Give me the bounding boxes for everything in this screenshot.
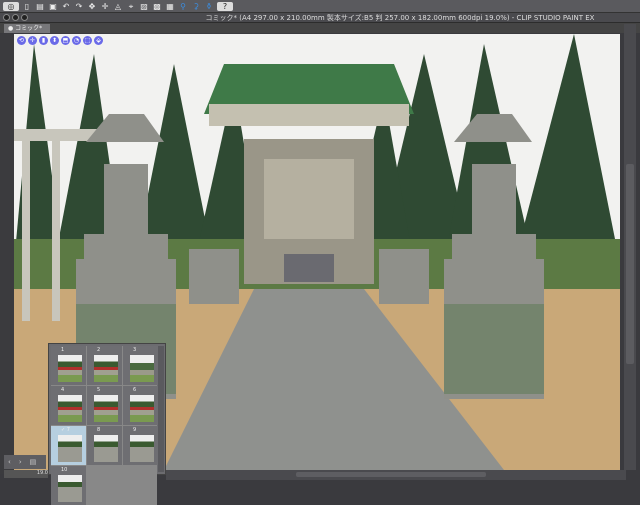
clip-studio-logo[interactable]: ◎ [3, 1, 19, 11]
page-preview-image [58, 355, 82, 382]
transform-icon[interactable]: ✥ [87, 2, 97, 11]
page-number: 8 [97, 427, 101, 433]
tool-icon[interactable]: ⚱ [204, 2, 214, 11]
object-launcher-icon[interactable]: ⬚ [83, 36, 92, 45]
page-number: 3 [133, 347, 137, 353]
page-thumbnail[interactable]: 9 [123, 426, 158, 465]
page-thumbnail[interactable]: 4 [51, 386, 86, 425]
object-launcher: ⟲ ✛ ▮ ⬍ ⬒ ◔ ⬚ ⬙ [17, 36, 103, 45]
page-thumbnail[interactable]: ✓ 7 [51, 426, 86, 465]
tab-label: コミック* [15, 25, 43, 32]
help-icon[interactable]: ⚲ [178, 2, 188, 11]
snap-grid-icon[interactable]: ▩ [152, 2, 162, 11]
move-icon[interactable]: ✛ [100, 2, 110, 11]
page-number: 5 [97, 387, 101, 393]
page-thumbnail[interactable]: 5 [87, 386, 122, 425]
undo-icon[interactable]: ↶ [61, 2, 71, 11]
new-icon[interactable]: ▯ [22, 2, 32, 11]
page-preview-image [94, 435, 118, 462]
page-number: ✓ 7 [61, 427, 70, 433]
next-page-button[interactable]: › [19, 458, 22, 466]
page-thumbnail[interactable]: 10 [51, 466, 86, 505]
page-number: 6 [133, 387, 137, 393]
page-preview-image [130, 395, 154, 422]
page-number: 9 [133, 427, 137, 433]
title-bar: コミック* (A4 297.00 x 210.00mm 製本サイズ:B5 判 2… [0, 13, 640, 23]
object-launcher-icon[interactable]: ⬒ [61, 36, 70, 45]
command-bar: ◎ ▯ ▤ ▣ ↶ ↷ ✥ ✛ ◬ ⌖ ▨ ▩ ▦ ⚲ ⚳ ⚱? [0, 0, 640, 13]
object-launcher-icon[interactable]: ⟲ [17, 36, 26, 45]
page-manager-panel: 1 2 3 4 5 6 ✓ 7 8 9 10 [48, 343, 166, 505]
redo-icon[interactable]: ↷ [74, 2, 84, 11]
open-icon[interactable]: ▤ [35, 2, 45, 11]
navigator-controls: ‹ › ▤ [4, 455, 46, 469]
object-launcher-icon[interactable]: ⬙ [94, 36, 103, 45]
object-launcher-icon[interactable]: ▮ [39, 36, 48, 45]
page-preview-image [94, 355, 118, 382]
snap-ruler-icon[interactable]: ▨ [139, 2, 149, 11]
page-number: 2 [97, 347, 101, 353]
page-number: 10 [61, 467, 68, 473]
page-preview-image [58, 395, 82, 422]
page-thumbnail[interactable]: 6 [123, 386, 158, 425]
page-thumbnail[interactable]: 1 [51, 346, 86, 385]
prev-page-button[interactable]: ‹ [8, 458, 11, 466]
save-icon[interactable]: ▣ [48, 2, 58, 11]
panel-scrollbar[interactable] [158, 346, 164, 472]
tool-icon[interactable]: ⚳ [191, 2, 201, 11]
page-preview-image [58, 435, 82, 462]
page-thumbnail[interactable]: 8 [87, 426, 122, 465]
object-launcher-icon[interactable]: ⬍ [50, 36, 59, 45]
vertical-scrollbar[interactable] [624, 24, 636, 470]
page-number: 1 [61, 347, 65, 353]
page-preview-image [58, 475, 82, 502]
zoom-value[interactable]: 19.0 [4, 470, 48, 478]
page-thumbnail[interactable]: 3 [123, 346, 158, 385]
horizontal-scrollbar[interactable] [166, 470, 626, 480]
object-launcher-icon[interactable]: ◔ [72, 36, 81, 45]
left-dock [0, 34, 14, 474]
page-thumbnail[interactable]: 2 [87, 346, 122, 385]
page-preview-image [130, 355, 154, 382]
page-number: 4 [61, 387, 65, 393]
tool-icon[interactable]: ? [217, 1, 233, 11]
page-preview-image [94, 395, 118, 422]
cursor-icon[interactable]: ⌖ [126, 2, 136, 11]
object-launcher-icon[interactable]: ✛ [28, 36, 37, 45]
window-title: コミック* (A4 297.00 x 210.00mm 製本サイズ:B5 判 2… [205, 14, 595, 22]
snap-special-icon[interactable]: ▦ [165, 2, 175, 11]
page-icon[interactable]: ▤ [30, 458, 37, 466]
fill-icon[interactable]: ◬ [113, 2, 123, 11]
tab-comic[interactable]: ● コミック* [4, 24, 50, 33]
page-preview-image [130, 435, 154, 462]
tab-bar: ● コミック* [0, 23, 640, 33]
